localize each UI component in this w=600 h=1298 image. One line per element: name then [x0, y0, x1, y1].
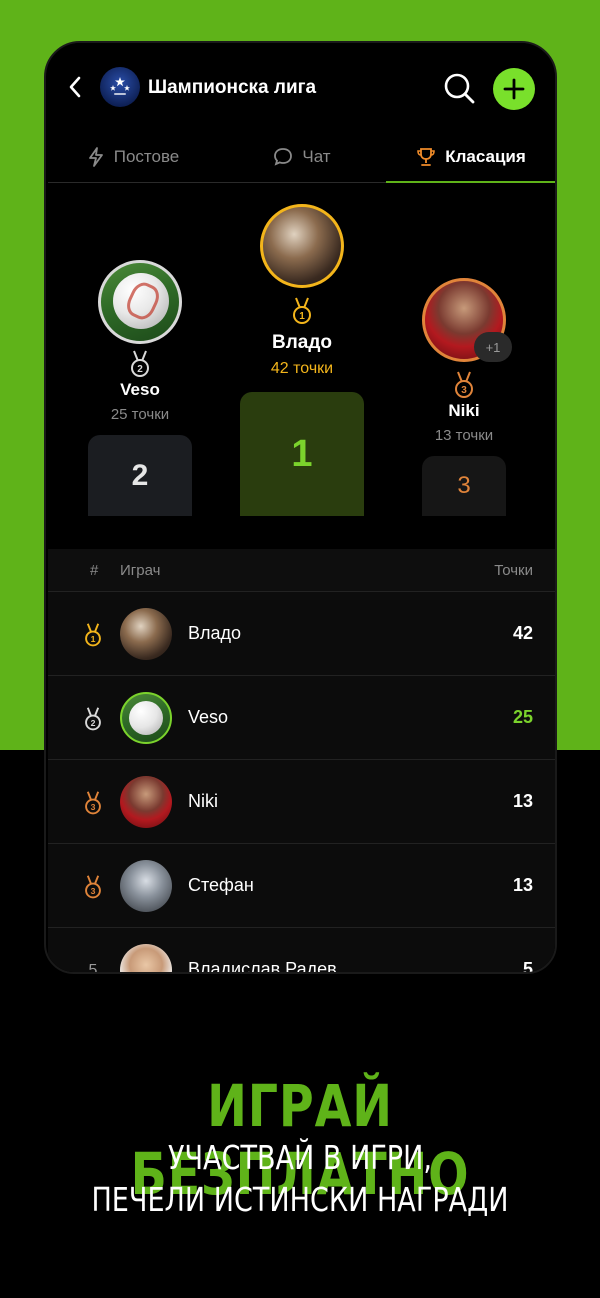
- column-points: Точки: [494, 562, 533, 579]
- column-player: Играч: [120, 562, 161, 579]
- app-screen: Шампионска лига Постове Чат Класация 1 В…: [48, 43, 555, 974]
- leaderboard-list: 1 Владо 42 2 Veso 25 3 Niki 13 3 Стефан …: [48, 591, 555, 974]
- table-row[interactable]: 5 Владислав Радев 5: [48, 927, 555, 974]
- bronze-medal-icon: 3: [85, 791, 101, 815]
- table-row[interactable]: 3 Стефан 13: [48, 843, 555, 927]
- rank-cell: 3: [80, 874, 106, 900]
- player-name: Стефан: [188, 875, 254, 895]
- promo-subtitle-line-1: УЧАСТВАЙ В ИГРИ,: [168, 1138, 432, 1177]
- tab-bar: Постове Чат Класация: [48, 131, 555, 183]
- back-button[interactable]: [66, 75, 86, 99]
- third-place-name: Niki: [448, 401, 480, 420]
- player-name: Владо: [188, 623, 242, 643]
- svg-text:3: 3: [91, 802, 96, 812]
- player-name: Niki: [188, 791, 218, 811]
- table-row[interactable]: 1 Владо 42: [48, 591, 555, 675]
- avatar: [120, 776, 172, 828]
- rank-cell: 3: [80, 790, 106, 816]
- phone-frame: Шампионска лига Постове Чат Класация 1 В…: [44, 41, 557, 974]
- rank-cell: 1: [80, 622, 106, 648]
- player-name: Veso: [188, 707, 229, 727]
- avatar: [120, 692, 172, 744]
- silver-medal-icon: 2: [85, 707, 101, 731]
- tab-chat-label: Чат: [302, 146, 331, 166]
- third-place-block: 3: [422, 456, 506, 516]
- search-button[interactable]: [442, 71, 476, 105]
- extra-count-badge: +1: [474, 332, 512, 362]
- svg-text:2: 2: [137, 364, 143, 375]
- chevron-left-icon: [69, 76, 81, 98]
- second-place-points: 25 точки: [110, 406, 170, 423]
- player-points: 13: [512, 791, 533, 811]
- player-points: 13: [512, 875, 533, 895]
- tab-ranking[interactable]: Класация: [386, 131, 555, 183]
- bronze-medal-icon: 3: [85, 875, 101, 899]
- player-points: 42: [512, 623, 533, 643]
- trophy-icon: [417, 147, 436, 166]
- svg-text:1: 1: [299, 311, 305, 322]
- first-place-points: 42 точки: [270, 360, 334, 377]
- player-points: 5: [522, 959, 533, 974]
- podium: 1 Владо 42 точки 1 2 Veso 25 точки 2 +1: [48, 184, 555, 549]
- svg-text:3: 3: [91, 886, 96, 896]
- avatar: [120, 608, 172, 660]
- page-title: Шампионска лига: [148, 77, 317, 98]
- first-place-name: Владо: [271, 332, 333, 353]
- player-name: Владислав Радев: [188, 959, 337, 974]
- football-image: [129, 701, 163, 735]
- tab-posts-label: Постове: [113, 146, 180, 166]
- tab-chat[interactable]: Чат: [217, 131, 386, 182]
- table-row-current-user[interactable]: 2 Veso 25: [48, 675, 555, 759]
- player-points: 25: [512, 707, 533, 727]
- table-row[interactable]: 3 Niki 13: [48, 759, 555, 843]
- rank-cell: 2: [80, 706, 106, 732]
- column-rank: #: [90, 562, 99, 579]
- chat-bubble-icon: [274, 147, 293, 166]
- league-logo: [100, 67, 140, 107]
- app-header: Шампионска лига: [48, 43, 555, 121]
- avatar-second-place[interactable]: [98, 260, 182, 344]
- gold-medal-icon: 1: [85, 623, 101, 647]
- rank-number: 5: [88, 962, 98, 974]
- leaderboard-header: # Играч Точки: [48, 549, 555, 591]
- add-button[interactable]: [493, 68, 535, 110]
- svg-text:1: 1: [91, 634, 96, 644]
- football-image: [113, 273, 169, 329]
- avatar: [120, 944, 172, 972]
- tab-ranking-label: Класация: [445, 146, 526, 166]
- first-place-block: 1: [240, 392, 364, 516]
- silver-medal-icon: 2: [131, 350, 149, 377]
- lightning-icon: [88, 146, 103, 167]
- svg-text:3: 3: [461, 385, 467, 396]
- promo-subtitle-line-2: ПЕЧЕЛИ ИСТИНСКИ НАГРАДИ: [91, 1180, 509, 1219]
- avatar-first-place[interactable]: [260, 204, 344, 288]
- gold-medal-icon: 1: [293, 297, 311, 324]
- svg-text:2: 2: [91, 718, 96, 728]
- search-icon: [444, 73, 475, 104]
- avatar: [120, 860, 172, 912]
- second-place-block: 2: [88, 435, 192, 516]
- second-place-name: Veso: [120, 380, 160, 399]
- tab-posts[interactable]: Постове: [48, 131, 217, 182]
- third-place-points: 13 точки: [434, 427, 494, 444]
- bronze-medal-icon: 3: [455, 371, 473, 398]
- plus-icon: [503, 78, 525, 100]
